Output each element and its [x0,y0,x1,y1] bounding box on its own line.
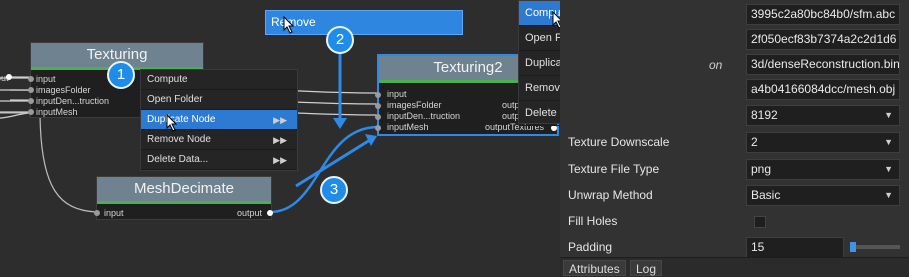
attribute-input-field[interactable]: 2f050ecf83b7374a2c2d1d6 [746,29,900,50]
attribute-input-field[interactable]: 3995c2a80bc84b0/sfm.abc [746,4,900,25]
port-dot[interactable] [28,109,34,115]
step-badge-1: 1 [107,61,135,89]
attribute-row-texture-file-type: Texture File Type png ▼ [560,157,909,182]
attribute-label: Unwrap Method [568,188,653,202]
texture-file-type-dropdown[interactable]: png ▼ [746,159,900,180]
port-input: input [104,208,124,218]
attribute-input-field[interactable]: 3d/denseReconstruction.bin [746,54,900,75]
port-dot[interactable] [28,98,34,104]
chevron-down-icon: ▼ [884,110,893,120]
port-output: output [237,208,263,218]
attribute-row: 3995c2a80bc84b0/sfm.abc [560,2,909,27]
menu-item-delete-data[interactable]: Delete Data...▶▶ [141,150,297,170]
menu-item-open-folder[interactable]: Open Folder [141,90,297,110]
attribute-row: 2f050ecf83b7374a2c2d1d6 [560,27,909,52]
padding-slider-handle[interactable] [850,242,856,252]
attribute-row: a4b04166084dcc/mesh.obj [560,77,909,102]
texture-downscale-dropdown[interactable]: 2 ▼ [746,132,900,153]
chevron-down-icon: ▼ [884,137,893,147]
port-inputmesh: inputMesh [387,122,429,132]
panel-tabs: Attributes Log [560,257,909,276]
attribute-input-field[interactable]: a4b04166084dcc/mesh.obj [746,79,900,100]
step-badge-3: 3 [320,176,348,204]
attribute-row-texture-side: 8192 ▼ [560,103,909,128]
attribute-row-fill-holes: Fill Holes [560,209,909,234]
port-dot[interactable] [375,114,381,120]
port-inputmesh: inputMesh [36,107,78,117]
mouse-cursor-icon [283,16,295,34]
fill-holes-checkbox[interactable] [754,216,766,228]
attribute-row-unwrap-method: Unwrap Method Basic ▼ [560,183,909,208]
menu-item-compute[interactable]: Compute [141,70,297,90]
chevron-down-icon: ▼ [884,190,893,200]
attribute-label: Fill Holes [568,214,618,228]
port-dot[interactable] [28,87,34,93]
texture-side-dropdown[interactable]: 8192 ▼ [746,105,900,126]
context-menu-1[interactable]: Compute Open Folder Duplicate Node ▶▶ Rem… [140,69,298,171]
attribute-label: Texture Downscale [568,135,670,149]
menu-item-duplicate-node[interactable]: Duplicate Node▶▶ [141,110,297,130]
port-dot[interactable] [375,103,381,109]
menu-item-remove-node[interactable]: Remove Node▶▶ [141,130,297,150]
port-dot[interactable] [375,125,381,131]
meshdecimate-node[interactable]: MeshDecimate input output [94,176,273,220]
padding-slider[interactable] [850,242,900,252]
tab-log[interactable]: Log [630,260,663,276]
attribute-label: Texture File Type [568,162,660,176]
unwrap-method-dropdown[interactable]: Basic ▼ [746,185,900,206]
tab-attributes[interactable]: Attributes [563,260,626,276]
padding-input[interactable]: 15 [746,237,844,258]
graph-editor[interactable]: Texturing input imagesFolder inputDen...… [0,0,560,275]
chevron-down-icon: ▼ [884,164,893,174]
attribute-row-texture-downscale: Texture Downscale 2 ▼ [560,130,909,155]
node-status-bar [97,201,271,204]
offscreen-output-dot[interactable] [6,74,12,80]
step-badge-2: 2 [326,26,354,54]
node-title: MeshDecimate [97,177,271,201]
port-dot[interactable] [94,210,100,216]
attribute-row: 3d/denseReconstruction.bin [560,52,909,77]
port-dot[interactable] [375,92,381,98]
attributes-panel: on 3995c2a80bc84b0/sfm.abc 2f050ecf83b73… [560,0,909,275]
port-dot[interactable] [267,210,273,216]
mouse-cursor-icon [166,114,178,132]
port-dot[interactable] [28,76,34,82]
